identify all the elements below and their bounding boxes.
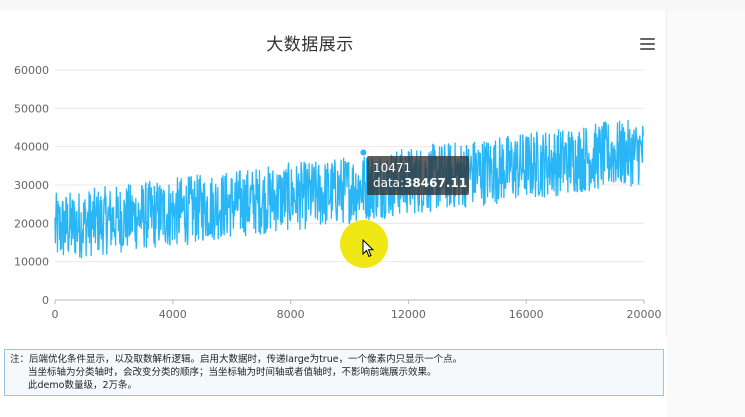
tooltip-label: data: bbox=[373, 176, 405, 190]
y-tick-label: 10000 bbox=[14, 256, 49, 269]
y-tick-label: 0 bbox=[42, 294, 49, 307]
note-line-1: 注：后端优化条件显示，以及取数解析逻辑。启用大数据时，传递large为true，… bbox=[10, 354, 463, 365]
tooltip-index: 10471 bbox=[373, 161, 412, 175]
note-line-3: 此demo数量级，2万条。 bbox=[28, 380, 137, 391]
x-tick-label: 0 bbox=[52, 308, 59, 321]
y-tick-label: 40000 bbox=[14, 141, 49, 154]
note-line-2: 当坐标轴为分类轴时，会改变分类的顺序；当坐标轴为时间轴或者值轴时，不影响前端展示… bbox=[28, 367, 437, 378]
x-tick-label: 16000 bbox=[509, 308, 544, 321]
tooltip: 10471 data:38467.11 bbox=[367, 156, 469, 195]
y-tick-label: 20000 bbox=[14, 217, 49, 230]
tooltip-value: 38467.11 bbox=[404, 176, 468, 190]
y-tick-label: 60000 bbox=[14, 64, 49, 77]
highlight-point bbox=[360, 149, 367, 156]
x-tick-label: 12000 bbox=[391, 308, 426, 321]
note-box: 注：后端优化条件显示，以及取数解析逻辑。启用大数据时，传递large为true，… bbox=[4, 349, 664, 396]
x-tick-label: 8000 bbox=[277, 308, 305, 321]
y-tick-label: 30000 bbox=[14, 179, 49, 192]
cursor-arrow-icon bbox=[362, 239, 375, 258]
x-tick-label: 4000 bbox=[159, 308, 187, 321]
x-tick-label: 20000 bbox=[627, 308, 662, 321]
y-tick-label: 50000 bbox=[14, 102, 49, 115]
